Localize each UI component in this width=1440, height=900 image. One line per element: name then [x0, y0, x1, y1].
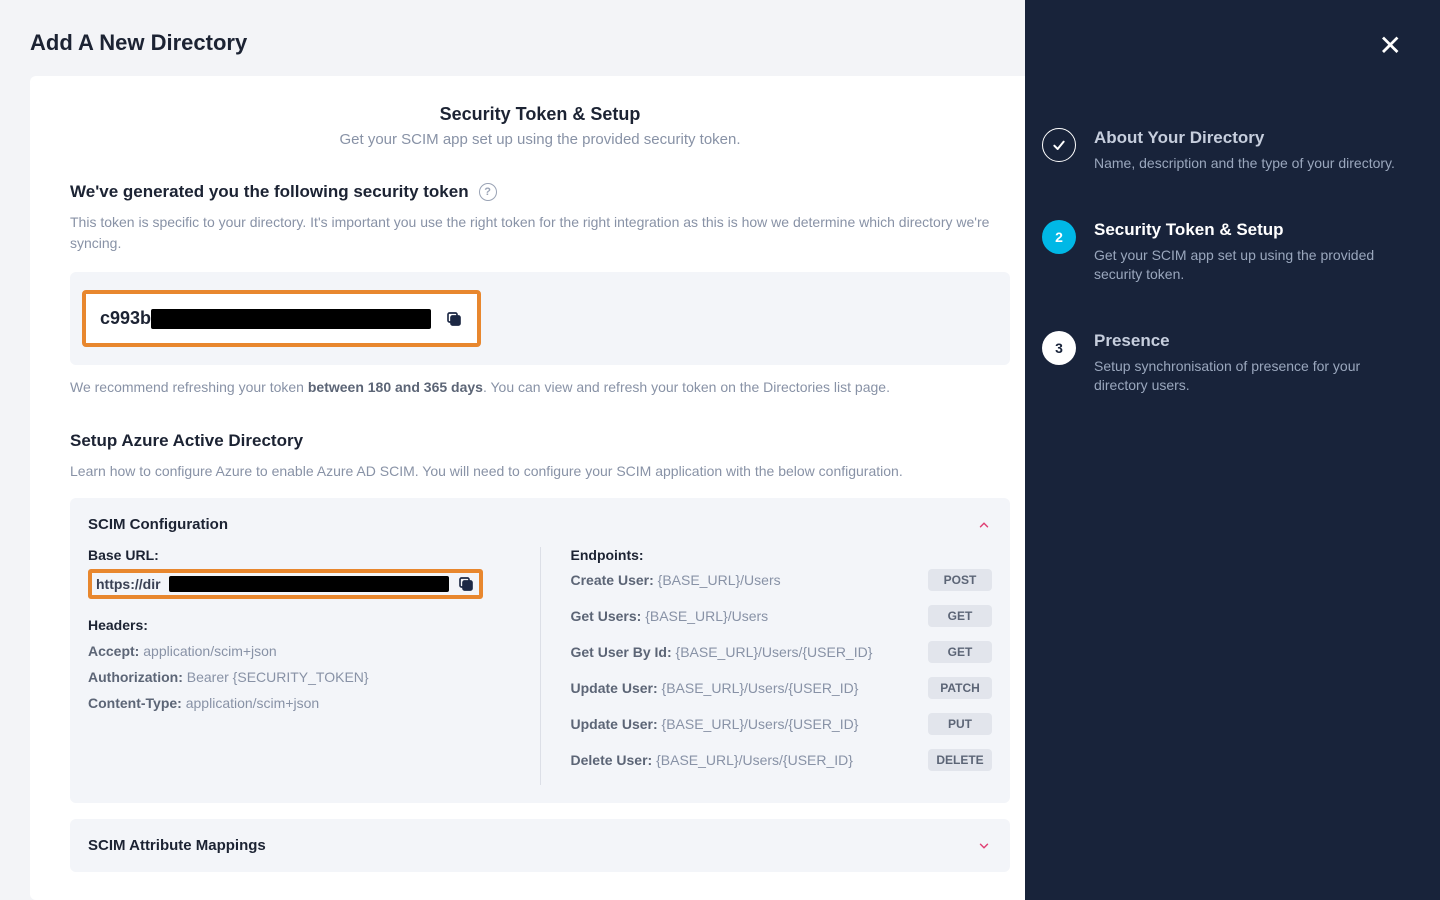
http-method-badge: DELETE — [928, 749, 992, 771]
http-method-badge: GET — [928, 605, 992, 627]
step-description: Setup synchronisation of presence for yo… — [1094, 357, 1412, 396]
endpoint-text: Delete User: {BASE_URL}/Users/{USER_ID} — [571, 752, 853, 768]
header-accept: Accept: application/scim+json — [88, 643, 510, 659]
step-title: About Your Directory — [1094, 128, 1395, 148]
endpoint-row: Get Users: {BASE_URL}/Users GET — [571, 605, 993, 627]
endpoint-text: Update User: {BASE_URL}/Users/{USER_ID} — [571, 680, 859, 696]
endpoints-label: Endpoints: — [571, 547, 993, 563]
column-divider — [540, 547, 541, 785]
endpoint-text: Get User By Id: {BASE_URL}/Users/{USER_I… — [571, 644, 873, 660]
endpoint-text: Update User: {BASE_URL}/Users/{USER_ID} — [571, 716, 859, 732]
token-value: c993b — [100, 308, 431, 329]
token-redacted — [151, 309, 431, 329]
http-method-badge: PUT — [928, 713, 992, 735]
http-method-badge: PATCH — [928, 677, 992, 699]
main-card: Security Token & Setup Get your SCIM app… — [30, 76, 1025, 900]
section-title: Security Token & Setup — [70, 104, 1010, 125]
azure-header: Setup Azure Active Directory — [70, 431, 303, 451]
http-method-badge: POST — [928, 569, 992, 591]
chevron-up-icon — [976, 517, 992, 533]
scim-mappings-panel[interactable]: SCIM Attribute Mappings — [70, 819, 1010, 872]
scim-mappings-title: SCIM Attribute Mappings — [88, 837, 266, 854]
header-content-type: Content-Type: application/scim+json — [88, 695, 510, 711]
token-prefix: c993b — [100, 308, 151, 328]
endpoint-row: Delete User: {BASE_URL}/Users/{USER_ID} D… — [571, 749, 993, 771]
close-icon[interactable]: ✕ — [1379, 32, 1402, 60]
azure-description: Learn how to configure Azure to enable A… — [70, 461, 1010, 482]
step-description: Get your SCIM app set up using the provi… — [1094, 246, 1412, 285]
step-description: Name, description and the type of your d… — [1094, 154, 1395, 174]
baseurl-redacted — [169, 576, 449, 592]
page-title: Add A New Directory — [30, 30, 1025, 56]
http-method-badge: GET — [928, 641, 992, 663]
header-authorization: Authorization: Bearer {SECURITY_TOKEN} — [88, 669, 510, 685]
wizard-step[interactable]: 3PresenceSetup synchronisation of presen… — [1079, 331, 1412, 396]
token-box: c993b — [70, 272, 1010, 365]
endpoint-row: Get User By Id: {BASE_URL}/Users/{USER_I… — [571, 641, 993, 663]
token-highlight: c993b — [82, 290, 481, 347]
baseurl-prefix: https://dir — [96, 576, 161, 592]
token-header: We've generated you the following securi… — [70, 182, 497, 202]
endpoint-row: Update User: {BASE_URL}/Users/{USER_ID} P… — [571, 713, 993, 735]
sidebar: ✕ About Your Directory Name, description … — [1025, 0, 1440, 900]
endpoint-row: Update User: {BASE_URL}/Users/{USER_ID} P… — [571, 677, 993, 699]
step-badge — [1042, 128, 1076, 162]
headers-label: Headers: — [88, 617, 510, 633]
baseurl-label: Base URL: — [88, 547, 510, 563]
scim-config-title: SCIM Configuration — [88, 516, 228, 533]
chevron-down-icon — [976, 838, 992, 854]
scim-config-header[interactable]: SCIM Configuration — [88, 516, 992, 533]
scim-config-panel: SCIM Configuration Base URL: https://dir — [70, 498, 1010, 803]
token-description: This token is specific to your directory… — [70, 212, 1010, 254]
endpoint-row: Create User: {BASE_URL}/Users POST — [571, 569, 993, 591]
token-recommendation: We recommend refreshing your token betwe… — [70, 379, 1010, 395]
wizard-step[interactable]: About Your Directory Name, description an… — [1079, 128, 1412, 174]
baseurl-value: https://dir — [88, 569, 483, 599]
token-header-text: We've generated you the following securi… — [70, 182, 469, 202]
copy-icon[interactable] — [445, 310, 463, 328]
copy-icon[interactable] — [457, 575, 475, 593]
step-badge: 3 — [1042, 331, 1076, 365]
endpoint-text: Get Users: {BASE_URL}/Users — [571, 608, 769, 624]
endpoint-text: Create User: {BASE_URL}/Users — [571, 572, 781, 588]
step-title: Presence — [1094, 331, 1412, 351]
step-title: Security Token & Setup — [1094, 220, 1412, 240]
section-subtitle: Get your SCIM app set up using the provi… — [70, 131, 1010, 148]
wizard-step[interactable]: 2Security Token & SetupGet your SCIM app… — [1079, 220, 1412, 285]
step-badge: 2 — [1042, 220, 1076, 254]
help-icon[interactable]: ? — [479, 183, 497, 201]
